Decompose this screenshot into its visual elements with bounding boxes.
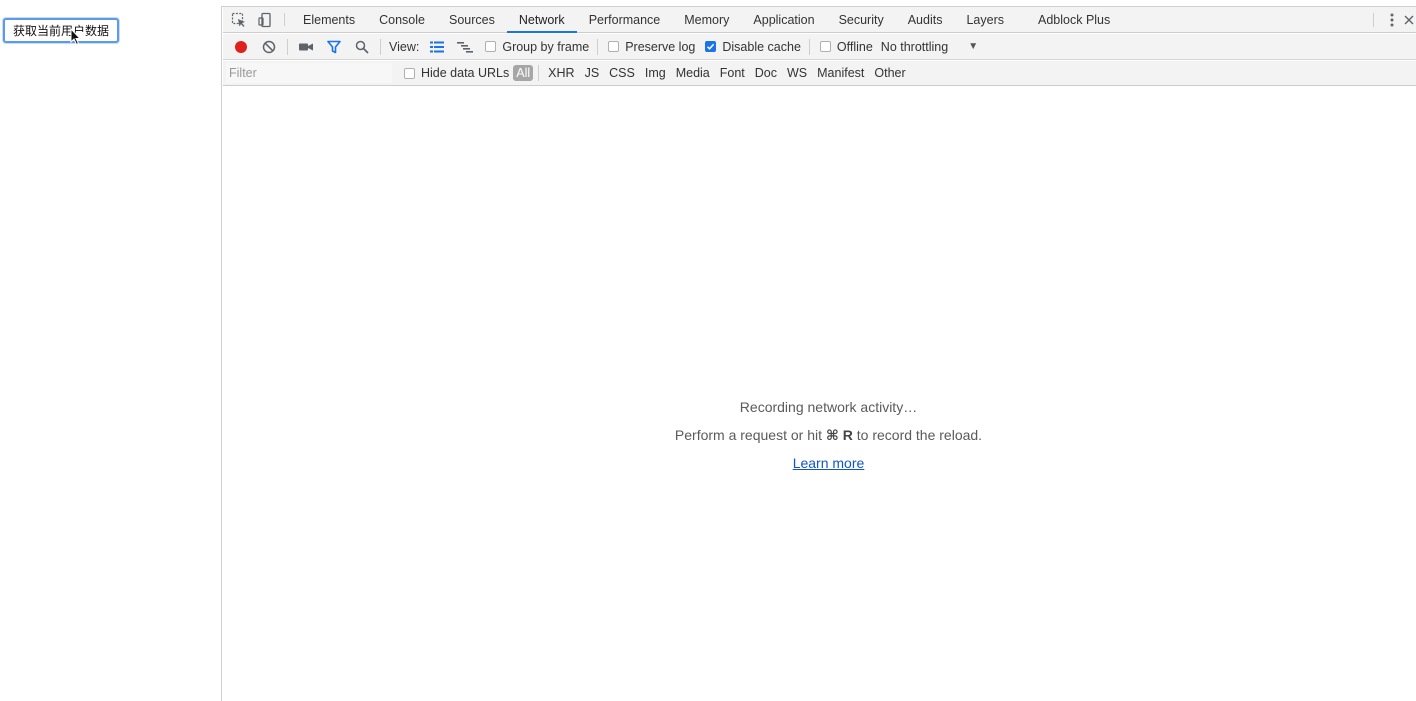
screen: 获取当前用户数据 Elements Console Sources Networ… — [0, 0, 1416, 701]
filter-type-manifest[interactable]: Manifest — [813, 65, 868, 81]
filter-type-css[interactable]: CSS — [605, 65, 639, 81]
tab-console[interactable]: Console — [367, 7, 437, 32]
tab-network[interactable]: Network — [506, 7, 577, 33]
get-current-user-data-button[interactable]: 获取当前用户数据 — [3, 18, 119, 43]
devtools-tabbar: Elements Console Sources Network Perform… — [223, 7, 1416, 33]
disable-cache-option[interactable]: Disable cache — [699, 40, 805, 54]
filter-type-font[interactable]: Font — [716, 65, 749, 81]
device-toolbar-icon[interactable] — [252, 7, 278, 33]
close-devtools-icon[interactable] — [1404, 7, 1416, 33]
filter-icon[interactable] — [320, 34, 348, 60]
tab-application[interactable]: Application — [741, 7, 826, 32]
filter-type-ws[interactable]: WS — [783, 65, 811, 81]
network-empty-state: Recording network activity… Perform a re… — [223, 87, 1416, 701]
throttling-select[interactable]: No throttling ▼ — [877, 40, 978, 54]
group-by-frame-option[interactable]: Group by frame — [479, 40, 593, 54]
reload-hint: Perform a request or hit ⌘ R to record t… — [223, 421, 1416, 449]
tab-layers[interactable]: Layers — [954, 7, 1016, 32]
throttling-value: No throttling — [880, 39, 949, 54]
mouse-cursor-icon — [70, 28, 82, 46]
disable-cache-label: Disable cache — [722, 39, 801, 54]
record-icon[interactable] — [227, 34, 255, 60]
reload-hint-suffix: to record the reload. — [852, 427, 983, 443]
tab-memory[interactable]: Memory — [672, 7, 741, 32]
clear-icon[interactable] — [255, 34, 283, 60]
hide-data-urls-checkbox[interactable] — [404, 67, 415, 79]
toolbar-separator — [380, 38, 381, 55]
search-icon[interactable] — [348, 34, 376, 60]
preserve-log-label: Preserve log — [625, 39, 696, 54]
filter-type-img[interactable]: Img — [641, 65, 670, 81]
tab-sources[interactable]: Sources — [437, 7, 507, 32]
filter-input[interactable] — [226, 63, 392, 83]
tab-elements[interactable]: Elements — [291, 7, 367, 32]
tab-performance[interactable]: Performance — [577, 7, 673, 32]
toolbar-separator — [808, 38, 810, 55]
preserve-log-checkbox[interactable] — [608, 41, 620, 52]
more-options-icon[interactable] — [1380, 7, 1404, 33]
group-by-frame-label: Group by frame — [502, 39, 590, 54]
capture-screenshots-icon[interactable] — [292, 34, 320, 60]
tab-adblock-plus[interactable]: Adblock Plus — [1026, 7, 1122, 32]
reload-hint-prefix: Perform a request or hit — [674, 427, 826, 443]
filter-separator — [538, 65, 540, 81]
offline-checkbox[interactable] — [819, 41, 831, 52]
devtools-panel: Elements Console Sources Network Perform… — [223, 7, 1416, 701]
view-label: View: — [389, 39, 420, 54]
group-by-frame-checkbox[interactable] — [485, 41, 497, 52]
tab-separator-right — [1373, 12, 1374, 27]
offline-label: Offline — [836, 39, 873, 54]
recording-message: Recording network activity… — [739, 399, 918, 415]
filter-type-media[interactable]: Media — [672, 65, 714, 81]
toolbar-separator — [287, 38, 288, 55]
filter-type-all[interactable]: All — [513, 65, 534, 81]
tab-security[interactable]: Security — [827, 7, 896, 32]
tab-separator — [284, 13, 285, 26]
network-toolbar: View: Group by frame Preserve log Disabl… — [223, 34, 1416, 60]
preserve-log-option[interactable]: Preserve log — [602, 40, 699, 54]
tabbar-right-controls — [1367, 7, 1416, 32]
page-viewport — [0, 6, 222, 701]
filter-type-xhr[interactable]: XHR — [544, 65, 578, 81]
large-request-rows-icon[interactable] — [423, 34, 451, 60]
inspect-element-icon[interactable] — [226, 7, 252, 33]
reload-shortcut: ⌘ R — [825, 427, 853, 443]
chevron-down-icon: ▼ — [968, 41, 979, 52]
checkmark-icon — [707, 43, 715, 50]
filter-type-other[interactable]: Other — [870, 65, 909, 81]
toolbar-separator — [597, 38, 599, 55]
disable-cache-checkbox[interactable] — [705, 41, 717, 52]
empty-state-message: Recording network activity… Perform a re… — [223, 393, 1416, 477]
waterfall-overview-icon[interactable] — [451, 34, 479, 60]
network-filterbar: Hide data URLs All XHR JS CSS Img Media … — [223, 61, 1416, 86]
filter-type-js[interactable]: JS — [581, 65, 604, 81]
learn-more-link[interactable]: Learn more — [793, 455, 865, 471]
filter-type-doc[interactable]: Doc — [751, 65, 781, 81]
hide-data-urls-label: Hide data URLs — [421, 66, 510, 80]
tab-audits[interactable]: Audits — [896, 7, 955, 32]
offline-option[interactable]: Offline — [814, 40, 877, 54]
hide-data-urls-option[interactable]: Hide data URLs — [398, 66, 512, 80]
